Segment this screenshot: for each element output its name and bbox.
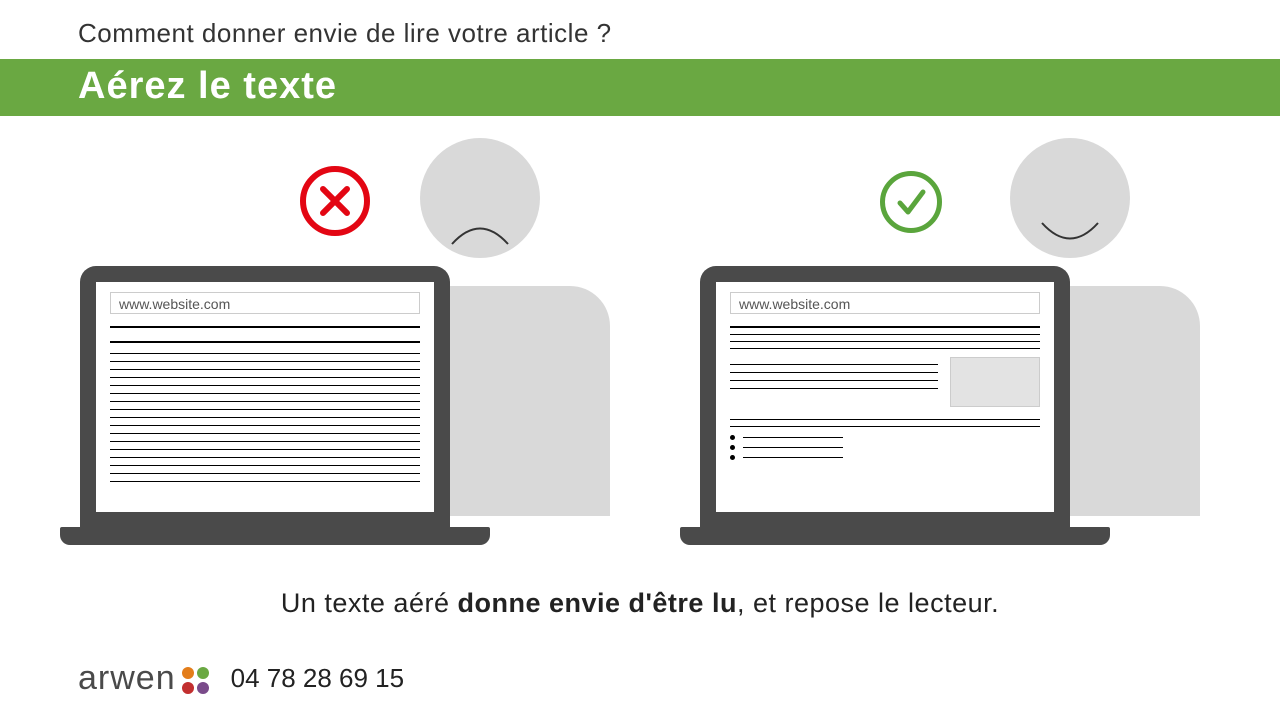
banner-title: Aérez le texte bbox=[0, 59, 1280, 116]
check-icon bbox=[880, 171, 942, 233]
laptop-bad: www.website.com bbox=[60, 266, 470, 546]
image-placeholder bbox=[950, 357, 1040, 407]
good-example: www.website.com bbox=[680, 146, 1220, 276]
brand-row: arwen 04 78 28 69 15 bbox=[78, 659, 404, 698]
brand-dots-icon bbox=[182, 667, 209, 694]
happy-face-icon bbox=[1010, 138, 1130, 258]
brand-logo: arwen bbox=[78, 659, 209, 698]
url-bar: www.website.com bbox=[730, 292, 1040, 314]
header-question: Comment donner envie de lire votre artic… bbox=[0, 0, 1280, 59]
laptop-good: www.website.com bbox=[680, 266, 1090, 546]
sentence-pre: Un texte aéré bbox=[281, 588, 458, 618]
footer-sentence: Un texte aéré donne envie d'être lu, et … bbox=[0, 588, 1280, 619]
airy-text-block bbox=[730, 326, 1040, 460]
sentence-post: , et repose le lecteur. bbox=[737, 588, 999, 618]
bad-example: www.website.com bbox=[60, 146, 600, 276]
brand-phone: 04 78 28 69 15 bbox=[231, 663, 405, 694]
cross-icon bbox=[300, 166, 370, 236]
url-bar: www.website.com bbox=[110, 292, 420, 314]
sentence-bold: donne envie d'être lu bbox=[457, 588, 736, 618]
sad-face-icon bbox=[420, 138, 540, 258]
brand-name: arwen bbox=[78, 659, 176, 698]
comparison-row: www.website.com bbox=[0, 116, 1280, 276]
dense-text-block bbox=[110, 326, 420, 482]
